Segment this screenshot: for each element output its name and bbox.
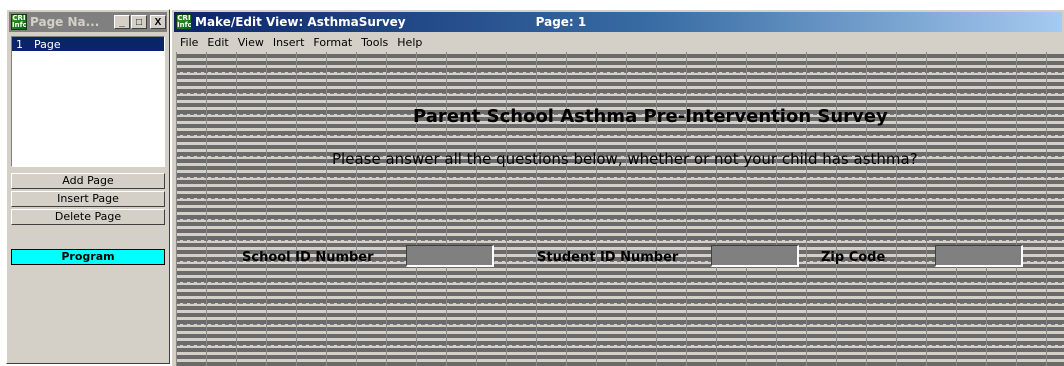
page-navigator-titlebar[interactable]: CRI Info Page Na... _ □ X bbox=[9, 12, 167, 32]
page-list[interactable]: 1 Page bbox=[11, 36, 165, 167]
insert-page-button[interactable]: Insert Page bbox=[11, 191, 165, 207]
grid-line bbox=[176, 303, 1064, 304]
make-edit-view-title: Make/Edit View: AsthmaSurvey bbox=[195, 15, 406, 29]
student-id-field[interactable] bbox=[711, 245, 799, 267]
window-controls: _ □ X bbox=[113, 15, 167, 29]
menu-view[interactable]: View bbox=[238, 36, 264, 49]
program-button[interactable]: Program bbox=[11, 249, 165, 265]
grid-line bbox=[176, 72, 1064, 73]
maximize-button[interactable]: □ bbox=[131, 15, 147, 29]
student-id-label[interactable]: Student ID Number bbox=[537, 250, 678, 265]
menu-format[interactable]: Format bbox=[313, 36, 352, 49]
menu-insert[interactable]: Insert bbox=[273, 36, 305, 49]
grid-line bbox=[176, 345, 1064, 346]
design-canvas[interactable]: Parent School Asthma Pre-Intervention Su… bbox=[176, 52, 1064, 366]
grid-line bbox=[176, 240, 1064, 241]
make-edit-view-titlebar[interactable]: CRI Info Make/Edit View: AsthmaSurvey Pag… bbox=[174, 12, 1062, 32]
page-number-label: Page: 1 bbox=[535, 15, 587, 29]
grid-line bbox=[176, 324, 1064, 325]
menu-file[interactable]: File bbox=[180, 36, 198, 49]
app-icon: CRI Info bbox=[176, 14, 192, 30]
zip-code-field[interactable] bbox=[935, 245, 1023, 267]
make-edit-view-window: CRI Info Make/Edit View: AsthmaSurvey Pag… bbox=[171, 9, 1064, 366]
grid-line bbox=[176, 198, 1064, 199]
grid-line bbox=[176, 177, 1064, 178]
page-navigator-window: CRI Info Page Na... _ □ X 1 Page Add Page… bbox=[6, 9, 170, 364]
grid-line bbox=[176, 135, 1064, 136]
grid-line bbox=[176, 219, 1064, 220]
grid-line bbox=[176, 93, 1064, 94]
page-list-item-number: 1 bbox=[16, 37, 23, 51]
school-id-field[interactable] bbox=[406, 245, 494, 267]
page-list-item[interactable]: 1 Page bbox=[12, 37, 164, 51]
survey-instructions[interactable]: Please answer all the questions below, w… bbox=[332, 150, 918, 168]
minimize-button[interactable]: _ bbox=[114, 15, 130, 29]
menu-tools[interactable]: Tools bbox=[361, 36, 388, 49]
grid-line bbox=[176, 282, 1064, 283]
delete-page-button[interactable]: Delete Page bbox=[11, 209, 165, 225]
menu-help[interactable]: Help bbox=[397, 36, 422, 49]
school-id-label[interactable]: School ID Number bbox=[242, 250, 374, 265]
page-navigator-title: Page Na... bbox=[30, 15, 100, 29]
app-icon: CRI Info bbox=[11, 14, 27, 30]
zip-code-label[interactable]: Zip Code bbox=[821, 250, 885, 265]
menu-edit[interactable]: Edit bbox=[207, 36, 228, 49]
survey-title[interactable]: Parent School Asthma Pre-Intervention Su… bbox=[413, 106, 888, 127]
page-list-item-name: Page bbox=[34, 37, 61, 51]
add-page-button[interactable]: Add Page bbox=[11, 173, 165, 189]
menu-bar: File Edit View Insert Format Tools Help bbox=[174, 33, 1064, 51]
close-button[interactable]: X bbox=[150, 15, 166, 29]
